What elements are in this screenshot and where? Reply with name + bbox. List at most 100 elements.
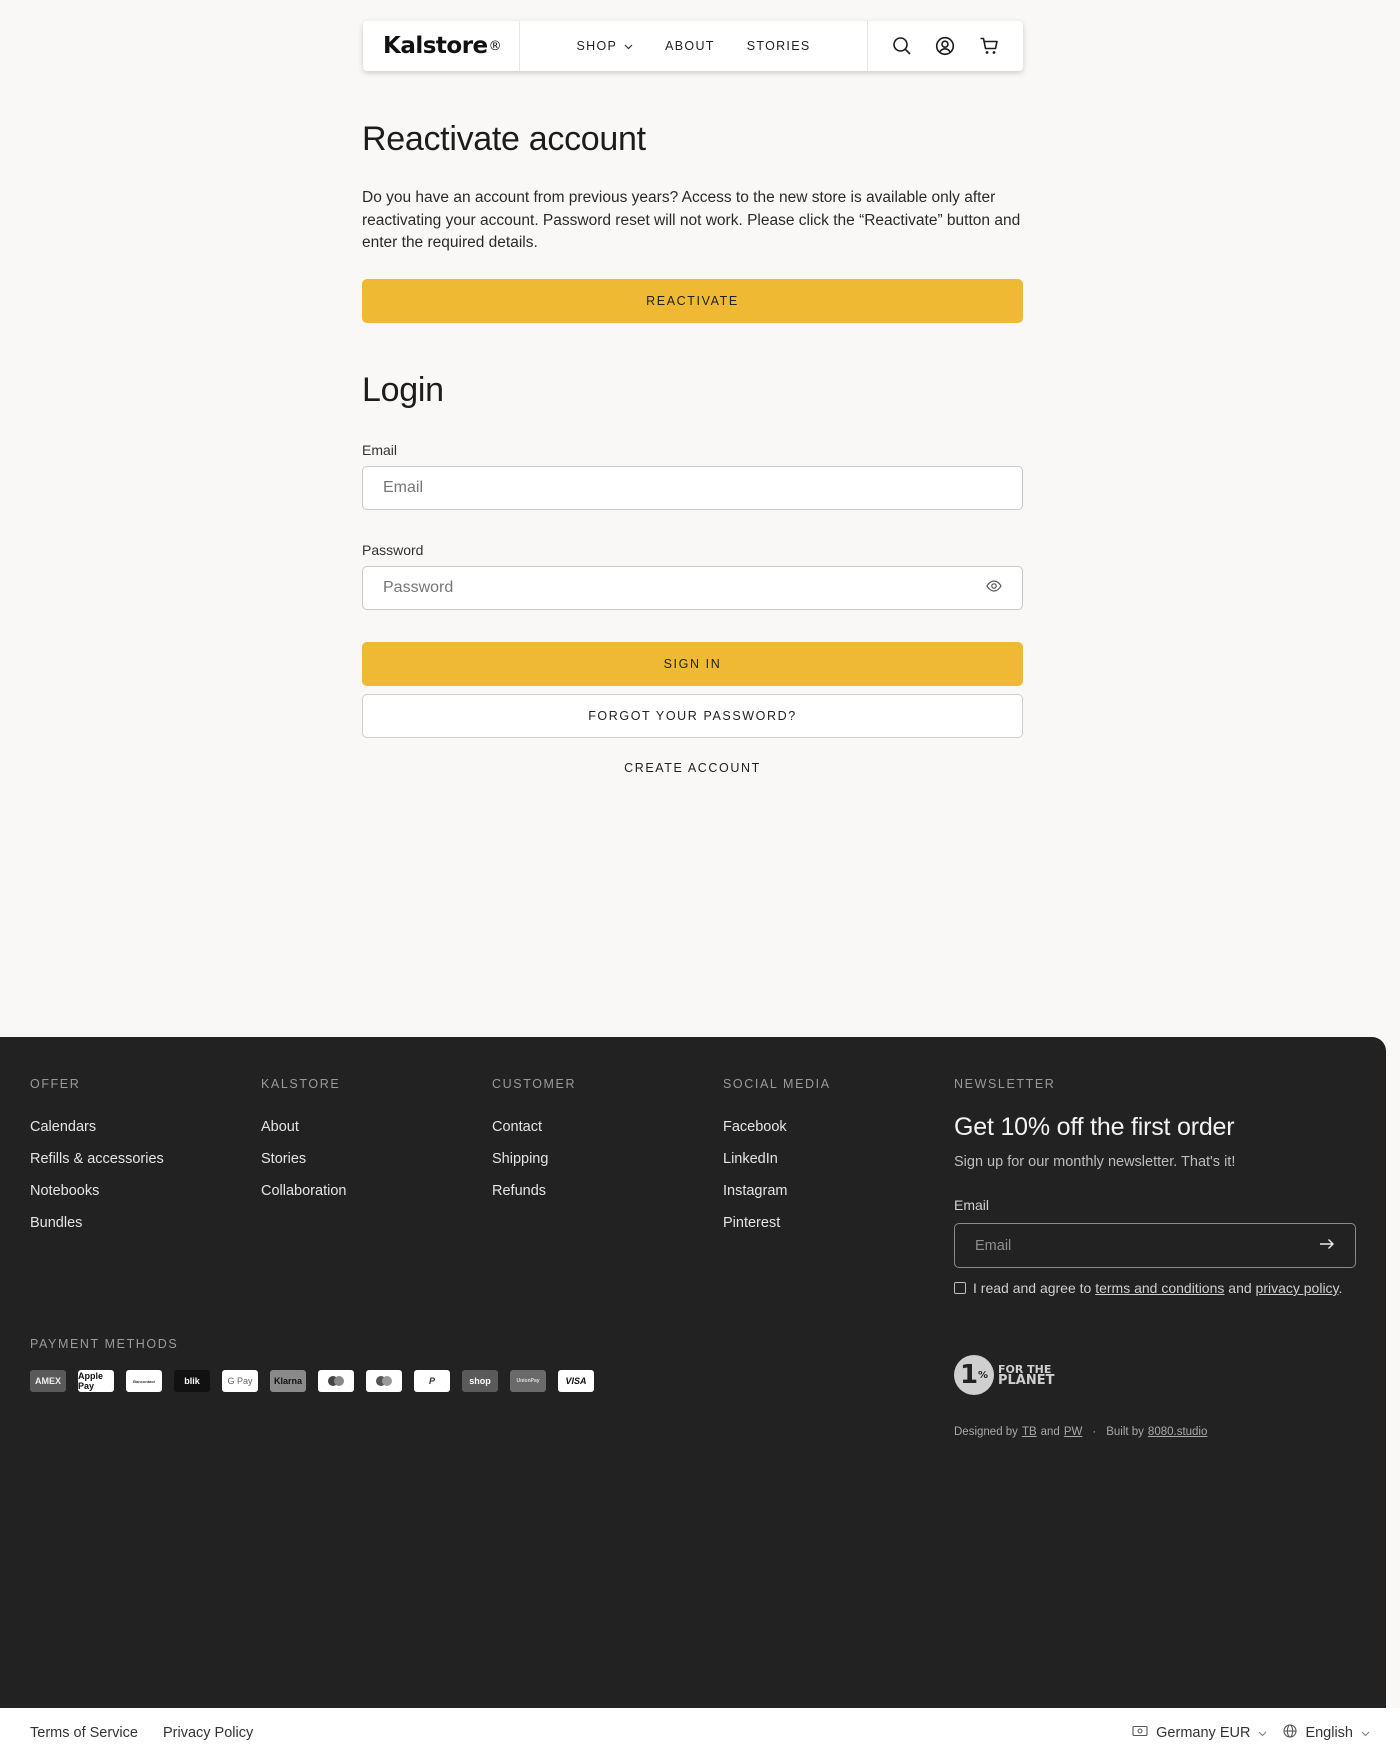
newsletter-heading: NEWSLETTER — [954, 1077, 1056, 1091]
email-label: Email — [362, 441, 398, 458]
reactivate-description: Do you have an account from previous yea… — [362, 189, 1021, 251]
credits-designer-tb[interactable]: TB — [1022, 1426, 1037, 1438]
forgot-password-button[interactable]: FORGOT YOUR PASSWORD? — [362, 693, 1023, 738]
footer-link[interactable]: Instagram — [723, 1183, 831, 1215]
logo-registered-mark: ® — [488, 38, 502, 54]
create-account-link[interactable]: CREATE ACCOUNT — [362, 761, 1023, 775]
footer-link[interactable]: Shipping — [492, 1151, 576, 1183]
main-content: Reactivate account Do you have an accoun… — [362, 100, 1023, 775]
klarna-icon: Klarna — [270, 1370, 306, 1392]
footer-heading: SOCIAL MEDIA — [723, 1077, 831, 1091]
nav-shop-label: SHOP — [576, 39, 618, 53]
consent-text: I read and agree to terms and conditions… — [973, 1280, 1342, 1296]
currency-label: Germany EUR — [1156, 1725, 1251, 1741]
reactivate-button[interactable]: REACTIVATE — [362, 278, 1023, 323]
email-field[interactable]: Email — [362, 465, 1023, 510]
terms-of-service-link[interactable]: Terms of Service — [30, 1725, 138, 1741]
password-label: Password — [362, 541, 424, 558]
privacy-link[interactable]: privacy policy — [1256, 1280, 1339, 1296]
one-percent-for-the-planet-badge: 1% FOR THE PLANET — [954, 1355, 1055, 1395]
footer-link[interactable]: Refills & accessories — [30, 1151, 164, 1183]
consent-suffix: . — [1338, 1280, 1343, 1296]
newsletter: NEWSLETTER Get 10% off the first order S… — [954, 1077, 1356, 1296]
mastercard-icon — [366, 1370, 402, 1392]
footer-col-kalstore: KALSTORE About Stories Collaboration — [261, 1077, 346, 1215]
password-field[interactable]: Password — [362, 565, 1023, 610]
cart-icon[interactable] — [977, 34, 1001, 58]
badge-line2: PLANET — [998, 1373, 1055, 1388]
login-title: Login — [362, 370, 444, 409]
credits-designer-pw[interactable]: PW — [1064, 1426, 1083, 1438]
globe-icon — [1283, 1724, 1297, 1742]
language-label: English — [1305, 1725, 1353, 1741]
footer-link[interactable]: Collaboration — [261, 1183, 346, 1215]
badge-percent: % — [978, 1369, 989, 1381]
reactivate-title: Reactivate account — [362, 120, 646, 158]
chevron-down-icon — [1258, 1725, 1267, 1741]
currency-selector[interactable]: Germany EUR — [1132, 1725, 1267, 1741]
footer-link[interactable]: Calendars — [30, 1119, 164, 1151]
footer-col-social: SOCIAL MEDIA Facebook LinkedIn Instagram… — [723, 1077, 831, 1247]
footer-link[interactable]: Bundles — [30, 1215, 164, 1247]
password-placeholder: Password — [383, 578, 454, 596]
consent-checkbox[interactable] — [954, 1282, 966, 1294]
footer-col-customer: CUSTOMER Contact Shipping Refunds — [492, 1077, 576, 1215]
credits-separator: · — [1092, 1426, 1097, 1438]
chevron-down-icon — [624, 39, 633, 53]
footer-link[interactable]: Facebook — [723, 1119, 831, 1151]
badge-circle: 1% — [954, 1355, 994, 1395]
payment-methods: AMEX Apple Pay Bancontact blik G Pay Kla… — [30, 1370, 594, 1392]
newsletter-email-label: Email — [954, 1197, 990, 1213]
arrow-right-icon[interactable] — [1319, 1238, 1335, 1254]
credits-and: and — [1040, 1426, 1060, 1438]
nav-stories-label: STORIES — [746, 39, 811, 53]
unionpay-icon: UnionPay — [510, 1370, 546, 1392]
newsletter-email-placeholder: Email — [975, 1237, 1012, 1254]
site-header: Kalstore ® SHOP ABOUT STORIES — [363, 21, 1023, 71]
consent-and: and — [1228, 1280, 1252, 1296]
search-icon[interactable] — [890, 34, 914, 58]
main-nav: SHOP ABOUT STORIES — [520, 21, 867, 71]
blik-icon: blik — [174, 1370, 210, 1392]
credits-built-by: Built by — [1106, 1426, 1144, 1438]
apple-pay-icon: Apple Pay — [78, 1370, 114, 1392]
language-selector[interactable]: English — [1283, 1724, 1370, 1742]
footer-credits: Designed by TB and PW · Built by 8080.st… — [954, 1426, 1207, 1438]
visa-icon: VISA — [558, 1370, 594, 1392]
footer-link[interactable]: Stories — [261, 1151, 346, 1183]
footer-link[interactable]: LinkedIn — [723, 1151, 831, 1183]
paypal-icon: P — [414, 1370, 450, 1392]
bottom-bar: Terms of Service Privacy Policy Germany … — [0, 1708, 1400, 1758]
privacy-policy-link[interactable]: Privacy Policy — [163, 1725, 253, 1741]
account-icon[interactable] — [933, 34, 957, 58]
header-icons — [867, 21, 1023, 71]
logo[interactable]: Kalstore ® — [363, 21, 520, 71]
newsletter-title: Get 10% off the first order — [954, 1113, 1235, 1141]
footer-link[interactable]: Contact — [492, 1119, 576, 1151]
footer-link[interactable]: Notebooks — [30, 1183, 164, 1215]
logo-text: Kalstore — [383, 33, 488, 59]
badge-number: 1 — [959, 1360, 979, 1390]
nav-about[interactable]: ABOUT — [665, 39, 715, 53]
google-pay-icon: G Pay — [222, 1370, 258, 1392]
bancontact-icon: Bancontact — [126, 1370, 162, 1392]
credits-designed-by: Designed by — [954, 1426, 1018, 1438]
eye-icon[interactable] — [986, 579, 1002, 597]
credits-builder[interactable]: 8080.studio — [1148, 1426, 1207, 1438]
newsletter-email-field[interactable]: Email — [954, 1223, 1356, 1268]
footer-heading: KALSTORE — [261, 1077, 341, 1091]
currency-icon — [1132, 1725, 1148, 1741]
sign-in-button[interactable]: SIGN IN — [362, 641, 1023, 686]
footer-link[interactable]: About — [261, 1119, 346, 1151]
nav-shop[interactable]: SHOP — [577, 39, 634, 53]
terms-link[interactable]: terms and conditions — [1095, 1280, 1224, 1296]
maestro-icon — [318, 1370, 354, 1392]
nav-about-label: ABOUT — [665, 39, 715, 53]
site-footer: OFFER Calendars Refills & accessories No… — [0, 1037, 1386, 1708]
footer-heading: OFFER — [30, 1077, 81, 1091]
nav-stories[interactable]: STORIES — [747, 39, 811, 53]
footer-link[interactable]: Pinterest — [723, 1215, 831, 1247]
newsletter-consent: I read and agree to terms and conditions… — [954, 1280, 1356, 1296]
footer-link[interactable]: Refunds — [492, 1183, 576, 1215]
footer-heading: CUSTOMER — [492, 1077, 577, 1091]
